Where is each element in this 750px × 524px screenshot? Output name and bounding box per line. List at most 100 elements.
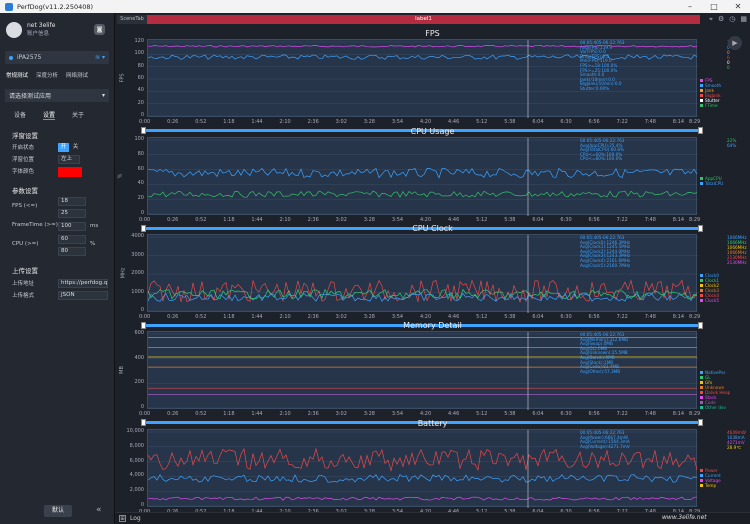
y-tick-label: 60: [137, 165, 144, 172]
grid-icon[interactable]: ▦: [740, 15, 747, 24]
tab-device[interactable]: 设备: [14, 110, 26, 120]
fps-threshold-2[interactable]: 25: [58, 209, 86, 218]
clock-icon[interactable]: ◷: [729, 15, 735, 24]
main-area: SceneTab label1 ⌖ ⚙ ◷ ▦ FPS 00:05:405-06:…: [115, 13, 750, 524]
x-tick-label: 5:12: [476, 411, 488, 417]
x-tick-label: 0:26: [167, 314, 179, 320]
tab-normal-test[interactable]: 常规测试: [6, 71, 28, 79]
float-on-toggle[interactable]: 开: [58, 143, 69, 152]
x-tick-label: 5:12: [476, 119, 488, 125]
cpu-threshold-1[interactable]: 60: [58, 235, 86, 244]
x-tick-label: 6:30: [560, 314, 572, 320]
chart-panel-1: CPU Usage 00:05:405-06:22:763 Avg(AppCPU)…: [115, 127, 750, 232]
fps-param-label: FPS (<=): [12, 203, 38, 209]
app-select-label: 请选择测试应用: [9, 93, 52, 100]
camera-icon[interactable]: ◙: [94, 24, 105, 35]
series-line-2: [148, 496, 697, 501]
chart-plot-area[interactable]: 00:05:405-06:22:763 Avg(Power):6667.4mW …: [147, 429, 698, 508]
tab-about[interactable]: 关于: [72, 110, 84, 120]
float-position-select[interactable]: 左上: [58, 155, 80, 164]
stats-box: 00:05:405-06:22:763 Avg(FPS):119.9 Var(F…: [580, 40, 625, 91]
x-tick-label: 1:18: [223, 314, 235, 320]
legend-swatch: [700, 182, 703, 185]
sidebar: net 3elife 账户信息 ◙ iPA2575 ≋ ▾ 常规测试 深度分析 …: [0, 13, 115, 524]
float-switch-label: 开启状态: [12, 145, 35, 151]
fps-threshold-1[interactable]: 18: [58, 197, 86, 206]
x-tick-label: 5:38: [504, 314, 516, 320]
default-button[interactable]: 默认: [44, 505, 72, 517]
maximize-button[interactable]: □: [702, 0, 726, 13]
app-select[interactable]: 请选择测试应用 ▾: [5, 89, 109, 102]
chart-plot-area[interactable]: 00:05:405-06:22:763 Avg(Memory):312.6MB …: [147, 331, 698, 410]
legend-swatch: [700, 99, 703, 102]
wifi-icon: ≋ ▾: [95, 54, 105, 61]
legend-swatch: [700, 386, 703, 389]
y-tick-label: 4000: [131, 233, 144, 239]
cpu-param-label: CPU (>=): [12, 241, 39, 247]
label-bar: SceneTab label1 ⌖ ⚙ ◷ ▦: [115, 15, 750, 24]
x-tick-label: 0:52: [195, 314, 207, 320]
float-position-label: 浮窗位置: [12, 157, 35, 163]
x-tick-label: 3:02: [335, 119, 347, 125]
legend-item[interactable]: Other dev: [700, 405, 726, 411]
frametime-threshold[interactable]: 100: [58, 222, 86, 231]
x-tick-label: 0:00: [139, 119, 151, 125]
x-tick-label: 6:56: [588, 411, 600, 417]
x-tick-label: 6:56: [588, 314, 600, 320]
legend-item[interactable]: FTime: [700, 103, 718, 109]
legend-item[interactable]: Clock5: [700, 298, 719, 304]
x-tick-label: 6:30: [560, 217, 572, 223]
upload-format-select[interactable]: JSON: [58, 291, 108, 300]
location-icon[interactable]: ⌖: [709, 15, 713, 24]
float-off-toggle[interactable]: 关: [70, 143, 81, 152]
device-status-dot: [9, 55, 13, 60]
x-tick-label: 4:20: [419, 314, 432, 320]
x-tick-label: 5:38: [504, 119, 516, 125]
minimize-button[interactable]: –: [678, 0, 702, 13]
legend-item[interactable]: Temp: [700, 483, 716, 489]
user-info[interactable]: net 3elife 账户信息: [6, 22, 55, 38]
y-tick-label: 200: [134, 379, 144, 386]
legend-swatch: [700, 474, 703, 477]
legend-swatch: [700, 289, 703, 292]
x-axis-ticks: 0:00 0:26 0:52 1:18 1:44 2:10 2:36 3:02 3:28 3:54…: [115, 119, 750, 127]
y-unit-label: MHz: [120, 267, 127, 279]
upload-address-input[interactable]: https://perfdog.q: [58, 279, 108, 288]
stats-box: 00:05:405-06:22:763 Avg(AppCPU):25.4% Av…: [580, 138, 625, 162]
font-color-swatch[interactable]: [58, 167, 82, 177]
x-tick-label: 0:00: [139, 217, 151, 223]
scene-tab[interactable]: SceneTab: [117, 15, 147, 24]
y-unit-label: MB: [118, 366, 125, 374]
legend-swatch: [700, 84, 703, 87]
log-toggle[interactable]: ⊞: [119, 515, 126, 522]
y-tick-label: 600: [134, 330, 144, 336]
chart-plot-area[interactable]: 00:05:405-06:22:763 Avg(AppCPU):25.4% Av…: [147, 137, 698, 216]
close-button[interactable]: ✕: [726, 0, 750, 13]
frametime-unit: ms: [90, 223, 99, 229]
legend-swatch: [700, 396, 703, 399]
avatar: [6, 22, 22, 38]
x-tick-label: 0:52: [195, 217, 207, 223]
x-tick-label: 4:46: [448, 314, 460, 320]
tab-settings[interactable]: 设置: [43, 110, 56, 120]
legend-item[interactable]: TotalCPU: [700, 181, 723, 187]
y-tick-label: 40: [137, 87, 144, 94]
expand-arrow-icon[interactable]: ▶: [728, 36, 742, 50]
stats-box: 00:05:405-06:22:763 Avg(Memory):312.6MB …: [580, 332, 628, 374]
label-tab[interactable]: label1: [147, 15, 700, 24]
chart-plot-area[interactable]: 00:05:405-06:22:763 Avg(FPS):119.9 Var(F…: [147, 39, 698, 118]
series-line-1: [148, 190, 698, 198]
upload-format-label: 上传格式: [12, 293, 35, 299]
settings-icon[interactable]: ⚙: [718, 15, 724, 24]
x-tick-label: 8:14: [672, 411, 685, 417]
device-selector[interactable]: iPA2575 ≋ ▾: [5, 51, 109, 64]
tab-deep-analysis[interactable]: 深度分析: [36, 71, 58, 79]
chart-plot-area[interactable]: 00:05:405-06:22:763 Avg(Clock0):1246.3MH…: [147, 234, 698, 313]
legend-swatch: [700, 79, 703, 82]
x-tick-label: 7:48: [644, 314, 656, 320]
x-tick-label: 3:54: [391, 217, 404, 223]
x-tick-label: 4:46: [448, 411, 460, 417]
cpu-threshold-2[interactable]: 80: [58, 247, 86, 256]
collapse-sidebar-icon[interactable]: «: [96, 505, 102, 515]
tab-network-test[interactable]: 网络测试: [66, 71, 88, 79]
